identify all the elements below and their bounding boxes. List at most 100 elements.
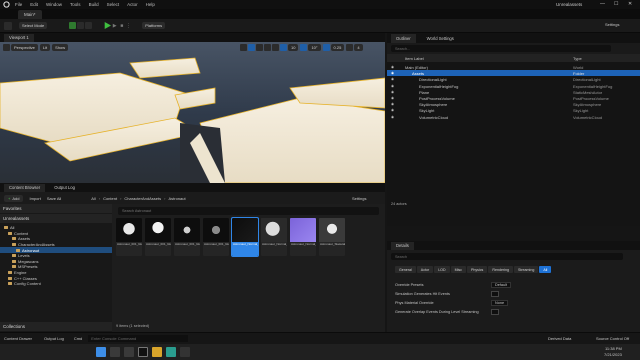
move-tool-icon[interactable]	[248, 43, 255, 51]
collections-section[interactable]: Collections	[0, 322, 112, 331]
visibility-eye-icon[interactable]: ◉	[391, 65, 394, 69]
viewport-tab[interactable]: Viewport 1	[4, 33, 34, 42]
platforms-button[interactable]: Platforms	[142, 22, 166, 29]
type-column-header[interactable]: Type	[573, 56, 582, 61]
asset-tile[interactable]: Astronaut_Normal_Blue	[261, 218, 287, 256]
favorites-section[interactable]: Favorites	[0, 204, 112, 213]
details-category-tab[interactable]: Physics	[466, 266, 488, 273]
project-section[interactable]: Unrealassets	[0, 214, 112, 223]
scale-tool-icon[interactable]	[264, 43, 271, 51]
content-settings-button[interactable]: Settings	[352, 196, 366, 201]
chrome-icon[interactable]	[152, 347, 162, 357]
perspective-button[interactable]: Perspective	[11, 43, 38, 51]
speed-value[interactable]: 4	[354, 43, 363, 51]
close-button[interactable]: ✕	[628, 1, 632, 7]
visibility-eye-icon[interactable]: ◉	[391, 84, 394, 88]
select-tool-icon[interactable]	[240, 43, 247, 51]
details-category-tab[interactable]: Actor	[416, 266, 434, 273]
cmd-dropdown[interactable]: Cmd	[74, 336, 82, 341]
details-category-tab[interactable]: Misc	[450, 266, 466, 273]
play-icon[interactable]	[103, 22, 111, 30]
asset-tile[interactable]: Astronaut_Normal_Blue	[231, 217, 259, 257]
add-button[interactable]: + Add	[4, 194, 24, 202]
console-command-input[interactable]: Enter Console Command	[88, 335, 189, 342]
app-icon[interactable]	[166, 347, 176, 357]
breadcrumb-all[interactable]: All	[91, 196, 95, 201]
asset-tile[interactable]: Astronaut_001_Glass_B...	[116, 218, 142, 256]
details-property-checkbox[interactable]	[491, 309, 499, 315]
select-mode-button[interactable]: Select Mode	[19, 22, 48, 29]
unreal-editor-icon[interactable]	[138, 347, 148, 357]
breadcrumb-characterandassets[interactable]: CharacterAndAssets	[124, 196, 161, 201]
add-actor-icon[interactable]	[69, 22, 77, 29]
minimize-button[interactable]: —	[600, 1, 605, 7]
sequencer-icon[interactable]	[85, 22, 93, 29]
hamburger-icon[interactable]	[3, 43, 10, 51]
details-search-input[interactable]: Search	[391, 253, 623, 260]
save-icon[interactable]	[4, 21, 12, 30]
outliner-row[interactable]: ◉ VolumetricCloud VolumetricCloud	[387, 114, 640, 120]
asset-tile[interactable]: Astronaut_001_Glass_B...	[174, 218, 200, 256]
folder-tree-item[interactable]: Config Content	[0, 281, 112, 287]
visibility-eye-icon[interactable]: ◉	[391, 71, 394, 75]
details-category-tab[interactable]: Rendering	[488, 266, 513, 273]
world-space-icon[interactable]	[272, 43, 279, 51]
step-icon[interactable]: ▶	[111, 22, 118, 30]
menu-file[interactable]: File	[15, 2, 22, 7]
details-category-tab[interactable]: LOD	[434, 266, 450, 273]
visibility-eye-icon[interactable]: ◉	[391, 108, 394, 112]
menu-tools[interactable]: Tools	[70, 2, 81, 7]
menu-edit[interactable]: Edit	[30, 2, 38, 7]
grid-snap-icon[interactable]	[280, 43, 287, 51]
asset-tile[interactable]: Astronaut_001_Glass_B...	[203, 218, 229, 256]
task-view-icon[interactable]	[124, 347, 134, 357]
breadcrumb-astronaut[interactable]: Astronaut	[168, 196, 185, 201]
asset-tile[interactable]: Astronaut_001_Glass_B...	[145, 218, 171, 256]
details-category-tab[interactable]: General	[395, 266, 416, 273]
scale-snap-icon[interactable]	[322, 43, 330, 51]
visibility-eye-icon[interactable]: ◉	[391, 77, 394, 81]
asset-tile[interactable]: Astronaut_Skeletal_Mesh	[319, 218, 345, 256]
save-all-button[interactable]: Save All	[47, 196, 61, 201]
clock[interactable]: 11:38 PM 7/21/2023	[604, 346, 622, 357]
menu-actor[interactable]: Actor	[127, 2, 138, 7]
lit-button[interactable]: Lit	[39, 43, 51, 51]
more-options-icon[interactable]: ⋮	[125, 22, 132, 30]
world-settings-tab[interactable]: World Settings	[422, 34, 459, 43]
visibility-eye-icon[interactable]: ◉	[391, 102, 394, 106]
level-viewport[interactable]	[0, 33, 385, 183]
menu-build[interactable]: Build	[89, 2, 99, 7]
menu-help[interactable]: Help	[146, 2, 155, 7]
details-property-value[interactable]: None	[491, 300, 509, 306]
start-icon[interactable]	[96, 347, 106, 357]
details-property-value[interactable]: Default	[491, 282, 512, 288]
visibility-eye-icon[interactable]: ◉	[391, 115, 394, 119]
source-control-button[interactable]: Source Control Off	[596, 336, 629, 341]
snap-value[interactable]: 0.25	[330, 43, 345, 51]
stop-icon[interactable]: ■	[118, 22, 125, 30]
blueprint-icon[interactable]	[77, 22, 85, 29]
rotate-tool-icon[interactable]	[256, 43, 263, 51]
outliner-search-input[interactable]: Search...	[391, 45, 611, 52]
search-icon[interactable]	[110, 347, 120, 357]
content-drawer-button[interactable]: Content Drawer	[4, 336, 32, 341]
fov-value[interactable]: 10°	[308, 43, 321, 51]
menu-window[interactable]: Window	[46, 2, 62, 7]
output-log-tab[interactable]: Output Log	[49, 184, 80, 192]
outliner-tab[interactable]: Outliner	[391, 33, 416, 43]
details-tab[interactable]: Details	[391, 241, 414, 250]
show-button[interactable]: Show	[52, 43, 69, 51]
visibility-eye-icon[interactable]: ◉	[391, 90, 394, 94]
terminal-icon[interactable]	[180, 347, 190, 357]
level-tab[interactable]: Main*	[18, 9, 42, 19]
breadcrumb-content[interactable]: Content	[103, 196, 117, 201]
derived-data-button[interactable]: Derived Data	[548, 336, 571, 341]
content-browser-tab[interactable]: Content Browser	[4, 183, 46, 192]
maximize-button[interactable]: ☐	[614, 1, 618, 7]
visibility-eye-icon[interactable]: ◉	[391, 96, 394, 100]
details-category-tab[interactable]: Streaming	[513, 266, 539, 273]
import-button[interactable]: Import	[29, 196, 40, 201]
menu-select[interactable]: Select	[107, 2, 120, 7]
details-property-checkbox[interactable]	[491, 291, 499, 297]
item-label-column-header[interactable]: Item Label	[405, 56, 424, 61]
